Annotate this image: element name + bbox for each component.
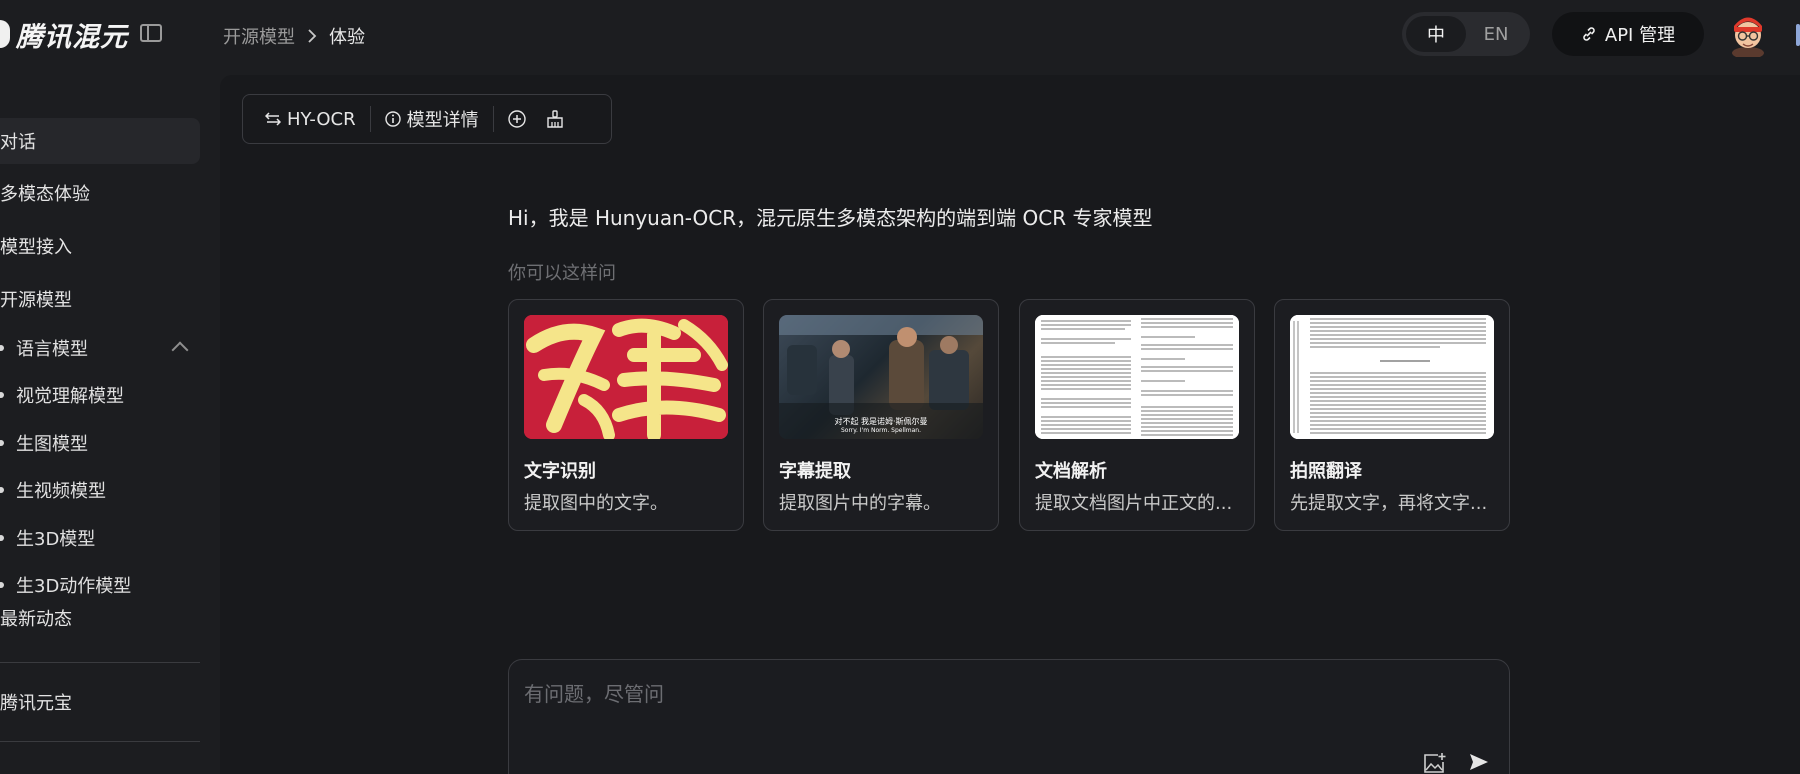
bullet-icon	[0, 582, 4, 588]
top-bar: 腾讯混元 开源模型 体验 中 EN API 管理	[0, 0, 1800, 70]
sidebar-subitem-label: 生3D模型	[16, 529, 96, 550]
card-description: 提取图中的文字。	[524, 493, 668, 514]
subtitle-zh: 对不起 我是诺姆·斯佩尔曼	[834, 417, 928, 426]
bullet-icon	[0, 345, 4, 351]
subtitle-en: Sorry. I'm Norm. Spellman.	[840, 427, 922, 434]
sidebar-subitem-label: 视觉理解模型	[16, 386, 124, 407]
sidebar-subitem-label: 生视频模型	[16, 481, 106, 502]
sidebar-toggle-icon[interactable]	[140, 24, 162, 42]
sidebar-divider	[0, 741, 200, 742]
sidebar-item-label: 模型接入	[0, 237, 72, 258]
sidebar-item-chat[interactable]: 对话	[0, 118, 200, 164]
sidebar-item-multimodal[interactable]: 多模态体验	[0, 170, 90, 216]
language-toggle: 中 EN	[1402, 12, 1530, 56]
subtitle-text: 对不起 我是诺姆·斯佩尔曼 Sorry. I'm Norm. Spellman.	[779, 417, 983, 435]
sidebar-subitem-vision-model[interactable]: 视觉理解模型	[0, 375, 124, 415]
plus-circle-icon	[507, 110, 526, 128]
api-management-button[interactable]: API 管理	[1552, 12, 1704, 56]
sidebar-subitem-label: 语言模型	[16, 339, 88, 360]
suggestion-card-subtitle-extraction[interactable]: 对不起 我是诺姆·斯佩尔曼 Sorry. I'm Norm. Spellman.…	[763, 299, 999, 531]
sidebar-subitem-image-gen[interactable]: 生图模型	[0, 423, 88, 463]
sidebar-item-news[interactable]: 最新动态	[0, 595, 72, 641]
chevron-right-icon	[307, 29, 317, 43]
card-title: 文字识别	[524, 461, 596, 482]
suggestion-card-photo-translation[interactable]: 拍照翻译 先提取文字，再将文字...	[1274, 299, 1510, 531]
card-description: 提取文档图片中正文的...	[1035, 493, 1233, 514]
new-chat-button[interactable]	[498, 103, 536, 135]
sidebar-item-label: 最新动态	[0, 609, 72, 630]
sidebar: 对话 多模态体验 模型接入 开源模型 语言模型 视觉理解模型 生图模型 生视频模…	[0, 70, 220, 774]
sidebar-item-label: 开源模型	[0, 290, 72, 311]
bullet-icon	[0, 535, 4, 541]
bullet-icon	[0, 392, 4, 398]
image-upload-icon[interactable]	[1423, 752, 1447, 774]
broom-icon	[546, 110, 563, 128]
card-description: 提取图片中的字幕。	[779, 493, 941, 514]
switch-model-button[interactable]: HY-OCR	[255, 103, 366, 135]
card-title: 文档解析	[1035, 461, 1107, 482]
info-icon	[384, 111, 401, 127]
brand-name: 腾讯混元	[16, 21, 128, 53]
suggestion-card-document-parsing[interactable]: 文档解析 提取文档图片中正文的...	[1019, 299, 1255, 531]
brand-logo[interactable]: 腾讯混元	[0, 14, 128, 54]
api-management-label: API 管理	[1604, 25, 1676, 46]
breadcrumb: 开源模型 体验	[223, 23, 365, 49]
model-name: HY-OCR	[287, 108, 356, 130]
suggestion-card-text-recognition[interactable]: 文字识别 提取图中的文字。	[508, 299, 744, 531]
sidebar-subitem-label: 生图模型	[16, 434, 88, 455]
swap-icon	[265, 112, 281, 126]
calligraphy-image	[524, 315, 728, 439]
lang-zh-button[interactable]: 中	[1406, 16, 1466, 52]
bullet-icon	[0, 487, 4, 493]
breadcrumb-current: 体验	[329, 27, 365, 48]
sidebar-item-open-source[interactable]: 开源模型	[0, 276, 72, 322]
sidebar-divider	[0, 662, 200, 663]
card-description: 先提取文字，再将文字...	[1290, 493, 1488, 514]
card-title: 拍照翻译	[1290, 461, 1362, 482]
user-avatar[interactable]	[1727, 13, 1769, 57]
sidebar-subitem-language-model[interactable]: 语言模型	[0, 328, 88, 368]
sidebar-item-yuanbao[interactable]: 腾讯元宝	[0, 679, 72, 725]
toolbar-divider	[369, 106, 371, 132]
document-page-image	[1035, 315, 1239, 439]
sidebar-subitem-video-gen[interactable]: 生视频模型	[0, 470, 106, 510]
model-details-label: 模型详情	[406, 110, 479, 131]
bullet-icon	[0, 440, 4, 446]
logo-mark-icon	[0, 20, 10, 48]
model-details-button[interactable]: 模型详情	[375, 103, 489, 135]
chat-input-box	[508, 659, 1510, 774]
breadcrumb-parent[interactable]: 开源模型	[223, 23, 295, 49]
lang-en-button[interactable]: EN	[1466, 16, 1526, 52]
sidebar-item-model-access[interactable]: 模型接入	[0, 223, 72, 269]
clear-button[interactable]	[536, 103, 574, 135]
link-icon	[1583, 27, 1595, 41]
welcome-greeting: Hi，我是 Hunyuan-OCR，混元原生多模态架构的端到端 OCR 专家模型	[508, 206, 1153, 230]
sidebar-subitem-3d-gen[interactable]: 生3D模型	[0, 518, 95, 558]
model-toolbar: HY-OCR 模型详情	[242, 94, 612, 144]
chevron-up-icon[interactable]	[171, 341, 189, 359]
edge-indicator	[1796, 24, 1800, 46]
sidebar-item-label: 多模态体验	[0, 184, 90, 205]
toolbar-divider	[492, 106, 494, 132]
sidebar-item-label: 腾讯元宝	[0, 693, 72, 714]
paper-page-image	[1290, 315, 1494, 439]
card-title: 字幕提取	[779, 461, 851, 482]
suggestion-hint: 你可以这样问	[508, 263, 616, 284]
send-icon[interactable]	[1469, 752, 1489, 772]
chat-input[interactable]	[524, 682, 1124, 706]
sidebar-item-label: 对话	[0, 132, 36, 153]
movie-still-image: 对不起 我是诺姆·斯佩尔曼 Sorry. I'm Norm. Spellman.	[779, 315, 983, 439]
